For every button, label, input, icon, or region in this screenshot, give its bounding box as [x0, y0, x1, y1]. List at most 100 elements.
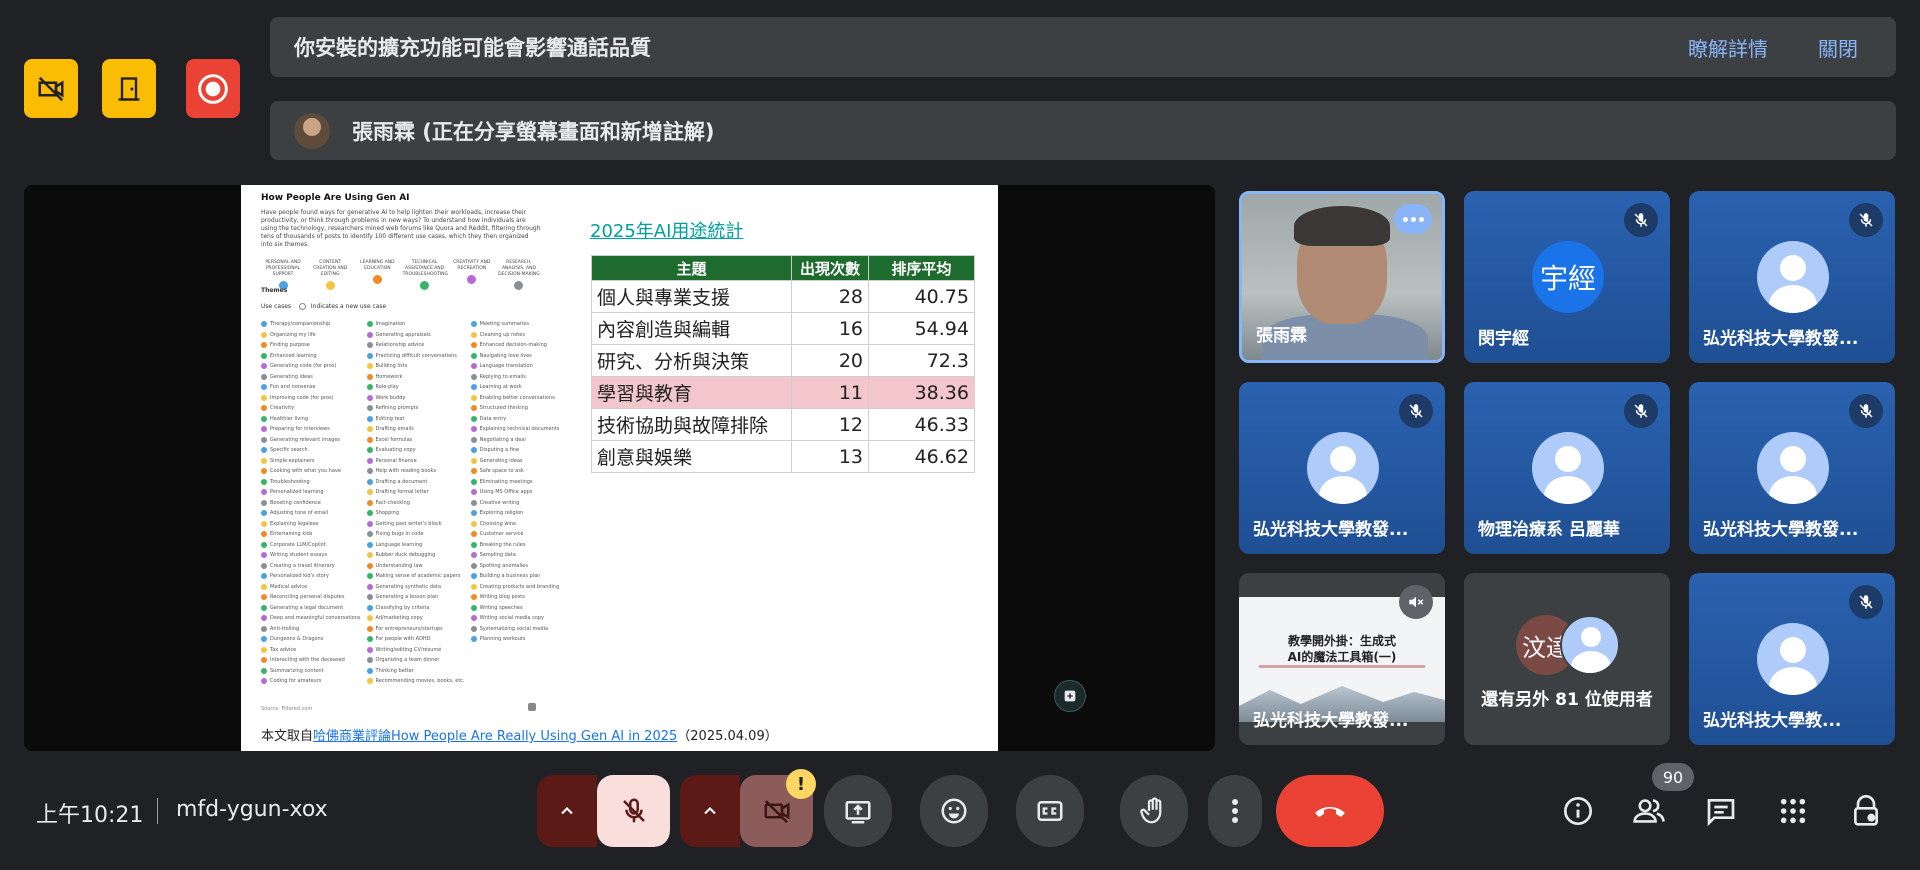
use-case-label: Writing speeches: [479, 604, 523, 611]
activities-button[interactable]: [1772, 790, 1814, 832]
default-avatar-icon: [1560, 615, 1620, 675]
more-options-button[interactable]: [1394, 204, 1432, 234]
participant-tile[interactable]: 物理治療系 呂麗華: [1464, 382, 1670, 554]
raise-hand-button[interactable]: [1120, 775, 1188, 847]
use-case-item: Writing student essays: [261, 550, 361, 561]
participant-tile-screen[interactable]: 教學開外掛：生成式 AI的魔法工具箱(一) 弘光科技大學教發...: [1239, 573, 1445, 745]
volume-off-icon: [1399, 585, 1433, 619]
use-case-label: Help with reading books: [375, 468, 437, 475]
source-link[interactable]: 哈佛商業評論How People Are Really Using Gen AI…: [313, 729, 677, 744]
use-case-item: Fact-checking: [366, 498, 465, 509]
use-case-label: Replying to emails: [479, 373, 526, 380]
leave-call-button[interactable]: [1276, 775, 1384, 847]
chat-button[interactable]: [1700, 790, 1742, 832]
participant-tile[interactable]: 弘光科技大學教發...: [1689, 382, 1895, 554]
use-case-item: Generating ideas: [261, 372, 361, 383]
use-case-item: Dungeons & Dragons: [261, 634, 361, 645]
use-case-item: Exploring religion: [470, 508, 560, 519]
use-case-item: Tax advice: [261, 645, 361, 656]
use-case-label: Boosting confidence: [270, 499, 321, 506]
col-avg: 排序平均: [868, 255, 975, 281]
more-participants-tile[interactable]: 汶達 還有另外 81 位使用者: [1464, 573, 1670, 745]
chevron-up-icon: [561, 807, 573, 815]
participant-tile[interactable]: 弘光科技大學教...: [1689, 573, 1895, 745]
record-icon: [198, 73, 228, 104]
extension-warning-banner: 你安裝的擴充功能可能會影響通話品質 瞭解詳情 關閉: [270, 17, 1896, 77]
use-case-label: Using MS Office apps: [479, 489, 533, 496]
learn-more-link[interactable]: 瞭解詳情: [1688, 33, 1768, 62]
theme-label: PERSONAL AND PROFESSIONAL SUPPORT: [265, 260, 301, 277]
use-case-dot: [366, 447, 373, 454]
use-case-label: Homework: [375, 373, 403, 380]
participant-tile[interactable]: 弘光科技大學教發...: [1689, 191, 1895, 363]
use-case-dot: [261, 667, 267, 674]
use-case-dot: [261, 520, 267, 527]
captions-button[interactable]: [1016, 775, 1084, 847]
use-case-label: Making sense of academic papers: [375, 573, 461, 580]
video-off-icon: [38, 76, 64, 101]
use-case-label: Fun and nonsense: [270, 384, 316, 391]
video-off-control[interactable]: [24, 59, 78, 118]
use-case-dot: [261, 331, 267, 338]
use-case-label: Refining prompts: [375, 405, 419, 412]
col-count: 出現次數: [791, 255, 869, 281]
present-screen-button[interactable]: [824, 775, 892, 847]
use-case-label: Navigating love lives: [479, 352, 532, 359]
use-case-item: Anti-trolling: [261, 624, 361, 635]
close-banner-button[interactable]: 關閉: [1818, 33, 1858, 62]
use-case-label: Practicing difficult conversations: [375, 352, 457, 359]
table-cell-topic: 創意與娛樂: [591, 440, 792, 473]
use-case-column: Imagination Generating appraisals Relation…: [366, 319, 465, 687]
camera-warning-badge[interactable]: !: [786, 769, 816, 799]
use-case-dot: [261, 373, 267, 380]
slide-source: 本文取自哈佛商業評論How People Are Really Using Ge…: [261, 725, 778, 744]
people-button[interactable]: [1628, 790, 1670, 832]
use-case-label: Language learning: [375, 541, 423, 548]
default-avatar-icon: [1532, 432, 1604, 504]
use-case-item: Enabling better conversations: [470, 393, 560, 404]
use-case-label: Personal finance: [375, 457, 417, 464]
use-case-dot: [470, 321, 477, 328]
use-case-dot: [261, 615, 267, 622]
use-case-label: Simple explainers: [270, 457, 315, 464]
reactions-button[interactable]: [920, 775, 988, 847]
use-case-item: Summarizing content: [261, 666, 361, 677]
use-case-dot: [470, 615, 477, 622]
mic-options-button[interactable]: [537, 775, 597, 847]
use-case-label: Editing text: [375, 415, 405, 422]
use-case-label: Planning workouts: [479, 636, 526, 643]
host-controls-button[interactable]: [1845, 790, 1887, 832]
mic-off-icon: [1849, 585, 1883, 619]
use-case-column: Therapy/companionship Organizing my life F…: [261, 319, 361, 687]
recording-control[interactable]: [186, 59, 240, 118]
annotation-toggle-button[interactable]: [1054, 680, 1086, 712]
use-case-item: Deep and meaningful conversations: [261, 613, 361, 624]
use-case-item: Homework: [366, 372, 465, 383]
participant-tile[interactable]: 弘光科技大學教發...: [1239, 382, 1445, 554]
use-case-label: Meeting summaries: [479, 321, 530, 328]
leave-door-control[interactable]: [102, 59, 156, 118]
participant-tile[interactable]: 宇經 閔宇經: [1464, 191, 1670, 363]
use-case-dot: [470, 573, 477, 580]
use-case-label: Thinking better: [375, 667, 414, 674]
use-case-item: Planning workouts: [470, 634, 560, 645]
use-case-item: For entrepreneurs/startups: [366, 624, 465, 635]
mic-toggle-button[interactable]: [597, 775, 670, 847]
table-cell-avg: 46.62: [868, 440, 975, 473]
more-options-button[interactable]: [1208, 775, 1262, 847]
use-case-dot: [366, 499, 373, 506]
theme-dot: [325, 281, 335, 290]
use-case-label: Troubleshooting: [270, 478, 310, 485]
presentation-slide: How People Are Using Gen AI Have people …: [241, 185, 998, 751]
participant-tile-presenter[interactable]: 張雨霖: [1239, 191, 1445, 363]
use-case-dot: [366, 657, 373, 664]
use-case-dot: [366, 384, 373, 391]
meeting-info-button[interactable]: [1557, 790, 1599, 832]
use-case-item: Replying to emails: [470, 372, 560, 383]
use-case-item: Troubleshooting: [261, 477, 361, 488]
use-case-dot: [470, 594, 477, 601]
camera-options-button[interactable]: [680, 775, 740, 847]
presenter-banner: 張雨霖 (正在分享螢幕畫面和新增註解): [270, 101, 1896, 160]
use-case-item: Personalized kid's story: [261, 571, 361, 582]
use-case-dot: [261, 552, 267, 559]
